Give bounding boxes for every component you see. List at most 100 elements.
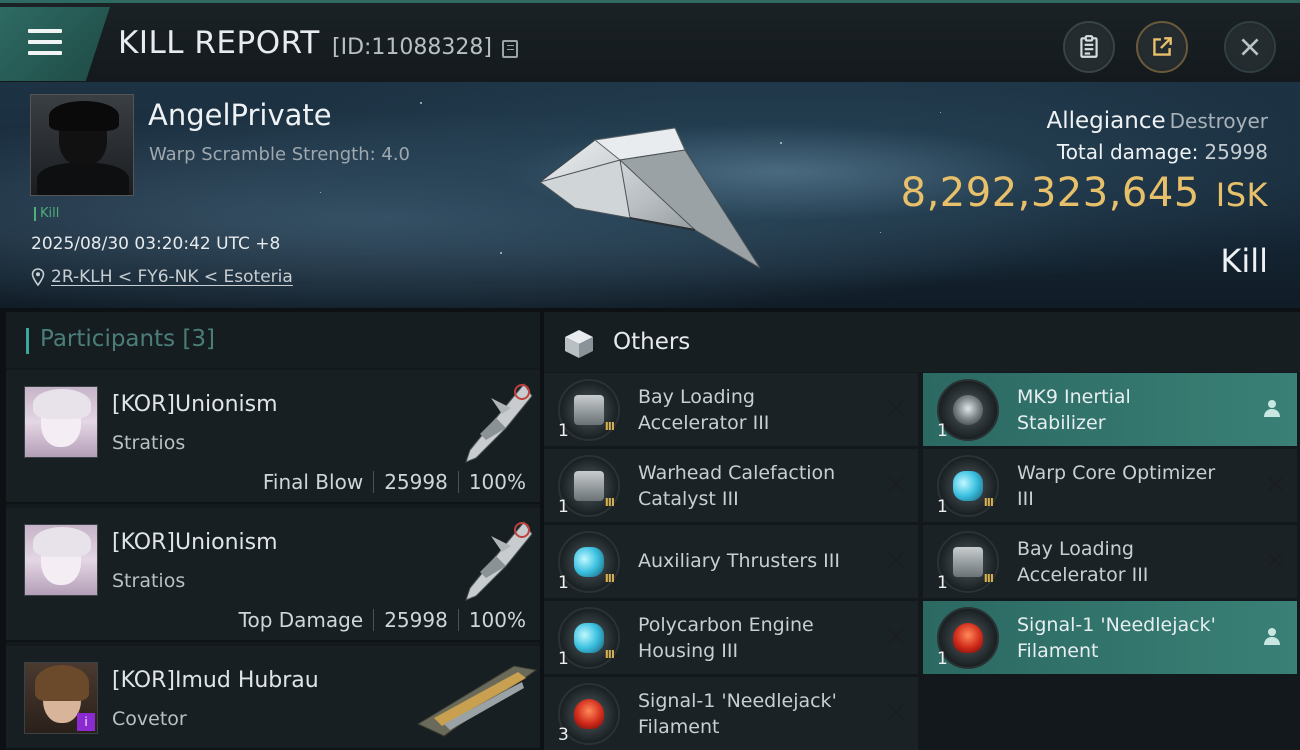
warp-scramble-strength: Warp Scramble Strength: 4.0 — [149, 144, 411, 165]
participant-damage: 25998 — [384, 470, 448, 494]
destroyed-x-icon — [888, 628, 904, 644]
location-link[interactable]: 2R-KLH < FY6-NK < Esoteria — [51, 267, 293, 287]
participant-name: [KOR]Unionism — [112, 530, 278, 555]
participant-percent: 100% — [468, 608, 526, 632]
item-name: Auxiliary Thrusters III — [638, 550, 840, 572]
cargo-box-icon — [565, 330, 593, 358]
allegiance-label: Allegiance — [1046, 108, 1166, 134]
item-quantity: 1 — [558, 497, 569, 517]
location-pin-icon — [31, 268, 45, 286]
total-damage-value: 25998 — [1204, 140, 1268, 164]
participant-ship-image — [465, 521, 533, 601]
item-slot[interactable]: 1 MK9 Inertial Stabilizer — [923, 373, 1297, 446]
total-damage: Total damage: 25998 — [1057, 140, 1268, 164]
participant-ship: Stratios — [112, 570, 186, 592]
kill-datetime: 2025/08/30 03:20:42 UTC +8 — [31, 234, 281, 254]
others-header: Others — [544, 312, 1300, 372]
hamburger-icon — [28, 29, 62, 62]
item-slot[interactable]: III 1 Bay Loading Accelerator III — [544, 373, 918, 446]
total-damage-label: Total damage: — [1056, 140, 1199, 164]
item-quantity: 1 — [558, 649, 569, 669]
victim-name: AngelPrivate — [148, 98, 332, 132]
clipboard-button[interactable] — [1063, 21, 1115, 73]
clipboard-icon — [1080, 35, 1098, 58]
participants-title: Participants — [40, 326, 176, 352]
item-slot[interactable]: III 1 Polycarbon Engine Housing III — [544, 601, 918, 674]
allegiance: Allegiance Destroyer — [1047, 108, 1268, 134]
item-name: Bay Loading Accelerator III — [1017, 538, 1149, 586]
participant-percent: 100% — [468, 470, 526, 494]
copy-icon[interactable] — [502, 40, 518, 58]
report-id: [ID:11088328] — [332, 35, 492, 60]
kill-result: Kill — [1220, 242, 1268, 280]
destroyed-x-icon — [888, 476, 904, 492]
top-bar: KILL REPORT [ID:11088328] — [0, 0, 1300, 82]
page-title: KILL REPORT — [118, 25, 320, 61]
item-quantity: 1 — [937, 421, 948, 441]
destroyed-x-icon — [1267, 552, 1283, 568]
close-icon — [1241, 38, 1259, 56]
isk-value: 8,292,323,645 ISK — [901, 170, 1268, 216]
destroyed-x-icon — [888, 400, 904, 416]
participant-avatar — [24, 524, 98, 596]
participant-ship-image — [465, 383, 533, 463]
participant-row[interactable]: [KOR]Unionism Stratios Final Blow 25998 … — [6, 370, 540, 504]
item-name: Polycarbon Engine Housing III — [638, 614, 814, 662]
participant-avatar — [24, 386, 98, 458]
victim-ship-image — [538, 127, 761, 269]
item-quantity: 1 — [937, 497, 948, 517]
item-name: Bay Loading Accelerator III — [638, 386, 770, 434]
info-badge: i — [77, 713, 95, 731]
item-name: Signal-1 'Needlejack' Filament — [1017, 614, 1216, 662]
participant-avatar: i — [24, 662, 98, 734]
item-slot[interactable]: III 1 Warp Core Optimizer III — [923, 449, 1297, 522]
kill-location[interactable]: 2R-KLH < FY6-NK < Esoteria — [31, 267, 293, 287]
participant-ship: Stratios — [112, 432, 186, 454]
participant-stats: Top Damage 25998 100% — [239, 608, 526, 632]
dropped-person-icon — [1264, 400, 1280, 417]
participant-name: [KOR]Unionism — [112, 392, 278, 417]
destroyed-x-icon — [888, 552, 904, 568]
item-quantity: 3 — [558, 725, 569, 745]
participant-damage: 25998 — [384, 608, 448, 632]
share-button[interactable] — [1136, 21, 1188, 73]
victim-portrait[interactable] — [30, 94, 134, 196]
share-icon — [1153, 37, 1172, 56]
item-quantity: 1 — [937, 573, 948, 593]
close-button[interactable] — [1224, 21, 1276, 73]
item-slot[interactable]: 3 Signal-1 'Needlejack' Filament — [544, 677, 918, 750]
menu-button[interactable] — [0, 7, 110, 81]
destroyed-x-icon — [1267, 476, 1283, 492]
participant-name: [KOR]Imud Hubrau — [112, 668, 319, 693]
participant-ship-image — [416, 665, 538, 737]
victim-summary: AngelPrivate Warp Scramble Strength: 4.0… — [0, 82, 1300, 308]
isk-unit: ISK — [1215, 176, 1268, 214]
item-name: Warp Core Optimizer III — [1017, 462, 1216, 510]
kill-tag: Kill — [34, 207, 59, 221]
destroyed-x-icon — [888, 704, 904, 720]
participant-role: Top Damage — [238, 608, 364, 632]
others-title: Others — [613, 329, 691, 355]
item-slot[interactable]: 1 Signal-1 'Needlejack' Filament — [923, 601, 1297, 674]
item-name: Warhead Calefaction Catalyst III — [638, 462, 836, 510]
item-quantity: 1 — [558, 421, 569, 441]
item-quantity: 1 — [558, 573, 569, 593]
participants-header: Participants [3] — [6, 312, 540, 368]
participant-stats: Final Blow 25998 100% — [263, 470, 526, 494]
item-slot[interactable]: III 1 Auxiliary Thrusters III — [544, 525, 918, 598]
participant-row[interactable]: i [KOR]Imud Hubrau Covetor — [6, 646, 540, 750]
isk-amount: 8,292,323,645 — [900, 170, 1200, 216]
participants-count: [3] — [182, 326, 216, 352]
item-name: Signal-1 'Needlejack' Filament — [638, 690, 837, 738]
participant-row[interactable]: [KOR]Unionism Stratios Top Damage 25998 … — [6, 508, 540, 642]
dropped-person-icon — [1264, 628, 1280, 645]
ship-class: Destroyer — [1169, 109, 1268, 133]
item-slot[interactable]: III 1 Warhead Calefaction Catalyst III — [544, 449, 918, 522]
item-quantity: 1 — [937, 649, 948, 669]
participants-panel: Participants [3] [KOR]Unionism Stratios … — [6, 312, 540, 750]
item-name: MK9 Inertial Stabilizer — [1017, 386, 1131, 434]
participant-ship: Covetor — [112, 708, 187, 730]
participant-role: Final Blow — [262, 470, 364, 494]
others-panel: Others III 1 Bay Loading Accelerator III … — [544, 312, 1300, 750]
item-slot[interactable]: III 1 Bay Loading Accelerator III — [923, 525, 1297, 598]
